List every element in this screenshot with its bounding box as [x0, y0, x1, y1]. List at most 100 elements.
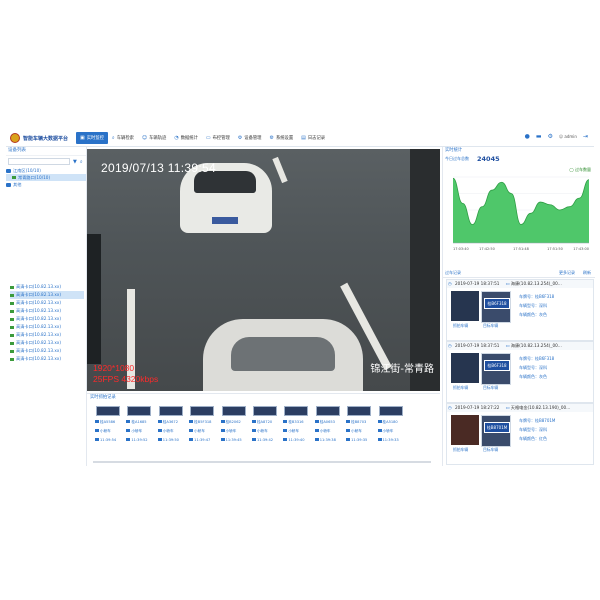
more-records-button[interactable]: 更多记录 [559, 270, 575, 275]
capture-time: 11:39:47 [189, 436, 220, 445]
stats-panel: 实时统计 今日过车总数 24045 ◯ 过车数量 17:03:40 17:42:5… [442, 147, 595, 466]
plate-thumbnail [347, 406, 372, 416]
capture-plate: 桂A8720 [251, 418, 283, 427]
nav-item-device[interactable]: ⚙ 设备管理 [234, 132, 266, 144]
capture-plate: 桂B3316 [283, 418, 314, 427]
plate-zoom-image[interactable]: 桂B6F318 [481, 353, 511, 385]
camera-item[interactable]: 高清卡口(10.82.13.xx) [10, 283, 84, 291]
capture-image[interactable] [451, 353, 479, 383]
clock-icon [189, 438, 194, 441]
capture-card[interactable]: 桂A5180 小轿车 11:39:33 [377, 406, 409, 445]
plate-thumbnail [315, 406, 340, 416]
clock-icon [126, 438, 131, 441]
main-nav: ▣ 实时监控 ⌕ 车辆检索 ☺ 车辆轨迹 ◔ 数据统计 ▭ 布控管理 ⚙ 设备管理 ⚙ 系统设… [76, 130, 329, 146]
nav-item-track[interactable]: ☺ 车辆轨迹 [138, 132, 170, 144]
video-location: 锦江街-常青路 [370, 364, 434, 375]
live-video[interactable]: 2019/07/13 11:39:54 1920*1080 25FPS 4320… [87, 149, 440, 391]
capture-time: 11:39:40 [283, 436, 314, 445]
x-tick-label: 17:42:50 [479, 247, 495, 251]
capture-card[interactable]: 桂B2062 小轿车 11:39:45 [220, 406, 252, 445]
nav-item-system[interactable]: ⚙ 系统设置 [265, 132, 297, 144]
capture-card[interactable]: 桂B5F318 小轿车 11:39:47 [189, 406, 220, 445]
record-title: ◷ 2019-07-19 18:27:22 ▭ 天格电金(10.82.13.190)… [447, 404, 593, 412]
clock-icon: ◷ [448, 405, 452, 410]
camera-icon [10, 309, 14, 313]
capture-card[interactable]: 桂A8720 小轿车 11:39:42 [251, 406, 283, 445]
today-count-value: 24045 [477, 154, 500, 163]
capture-list: 桂A5586 小轿车 11:39:54 桂A1685 小轿车 11:39:52 桂A3672… [95, 406, 440, 445]
video-resolution: 1920*1080 [93, 363, 135, 373]
nav-item-search[interactable]: ⌕ 车辆检索 [108, 132, 138, 144]
search-icon[interactable]: ⌕ [80, 159, 83, 165]
capture-card[interactable]: 桂B8703 小轿车 11:39:35 [346, 406, 377, 445]
camera-item[interactable]: 高清卡口(10.82.13.xx) [10, 331, 84, 339]
folder-icon [6, 168, 11, 173]
clock-icon [283, 438, 288, 441]
capture-card[interactable]: 桂A5586 小轿车 11:39:54 [95, 406, 126, 445]
tree-node-other[interactable]: 其他 [6, 181, 86, 188]
capture-image[interactable] [451, 415, 479, 445]
camera-icon [10, 325, 14, 329]
tree-node-intersection[interactable]: 常青路口(10/10) [6, 174, 86, 181]
camera-icon [10, 333, 14, 337]
camera-item[interactable]: 高清卡口(10.82.13.xx) [10, 347, 84, 355]
device-panel-title: 设备列表 [6, 147, 86, 156]
bell-icon[interactable]: ● [525, 133, 530, 140]
capture-type: 小轿车 [251, 427, 283, 436]
user-menu[interactable]: ☺ admin [559, 134, 577, 139]
car-icon [126, 429, 131, 432]
nav-item-live[interactable]: ▣ 实时监控 [76, 132, 108, 144]
camera-item[interactable]: 高清卡口(10.82.13.xx) [10, 315, 84, 323]
plate-icon [283, 420, 288, 423]
top-bar: 智能车辆大数据平台 ▣ 实时监控 ⌕ 车辆检索 ☺ 车辆轨迹 ◔ 数据统计 ▭ 布控管理 … [6, 130, 594, 147]
capture-time: 11:39:54 [95, 436, 126, 445]
camera-item[interactable]: 高清卡口(10.82.13.xx) [10, 307, 84, 315]
record-card[interactable]: ◷ 2019-07-19 18:37:51 ▭ 海康(10.82.13.254)_0… [446, 341, 594, 403]
device-search: ▼ ⌕ [8, 158, 84, 165]
capture-time: 11:39:33 [377, 436, 409, 445]
car-icon [157, 429, 162, 432]
capture-time: 11:39:42 [251, 436, 283, 445]
capture-card[interactable]: 桂A3672 小轿车 11:39:50 [157, 406, 189, 445]
camera-item[interactable]: 高清卡口(10.82.13.xx) [10, 299, 84, 307]
camera-icon: ▭ [505, 343, 510, 348]
camera-item[interactable]: 高清卡口(10.82.13.xx) [10, 323, 84, 331]
car-icon [283, 429, 288, 432]
logout-icon[interactable]: ⇥ [583, 133, 588, 140]
record-card[interactable]: ◷ 2019-07-19 18:37:51 ▭ 海康(10.82.13.254)_0… [446, 279, 594, 341]
capture-image[interactable] [451, 291, 479, 321]
filter-icon[interactable]: ▼ [73, 159, 77, 165]
nav-item-control[interactable]: ▭ 布控管理 [202, 132, 234, 144]
tree-node-region[interactable]: 江南区(10/10) [6, 167, 86, 174]
capture-type: 小轿车 [189, 427, 220, 436]
capture-time: 11:39:45 [220, 436, 252, 445]
camera-item[interactable]: 高清卡口(10.82.13.xx) [10, 291, 84, 299]
plate-thumbnail [221, 406, 246, 416]
capture-type: 小轿车 [220, 427, 252, 436]
nav-item-stats[interactable]: ◔ 数据统计 [170, 132, 202, 144]
camera-item[interactable]: 高清卡口(10.82.13.xx) [10, 339, 84, 347]
car-icon [95, 429, 99, 432]
gear-icon[interactable]: ⚙ [548, 133, 553, 140]
today-count: 今日过车总数 24045 [443, 154, 595, 163]
camera-item[interactable]: 高清卡口(10.82.13.xx) [10, 355, 84, 363]
vehicle-white-rear [203, 319, 363, 391]
capture-time: 11:39:38 [314, 436, 346, 445]
capture-card[interactable]: 桂A0653 小轿车 11:39:38 [314, 406, 346, 445]
plate-zoom-image[interactable]: 桂B8701M [481, 415, 511, 447]
device-search-input[interactable] [8, 158, 70, 165]
camera-icon [10, 341, 14, 345]
nav-item-log[interactable]: ▤ 日志记录 [297, 132, 329, 144]
clock-icon [95, 438, 99, 441]
folder-icon[interactable]: ▬ [536, 133, 542, 140]
camera-icon [12, 176, 16, 179]
clock-icon [377, 438, 382, 441]
capture-plate: 桂A5180 [377, 418, 409, 427]
plate-zoom-image[interactable]: 桂B6F318 [481, 291, 511, 323]
record-card[interactable]: ◷ 2019-07-19 18:27:22 ▭ 天格电金(10.82.13.190)… [446, 403, 594, 465]
capture-scrollbar[interactable] [93, 461, 431, 463]
capture-card[interactable]: 桂B3316 小轿车 11:39:40 [283, 406, 314, 445]
refresh-button[interactable]: 刷新 [583, 270, 591, 275]
capture-card[interactable]: 桂A1685 小轿车 11:39:52 [126, 406, 157, 445]
capture-type: 小轿车 [95, 427, 126, 436]
